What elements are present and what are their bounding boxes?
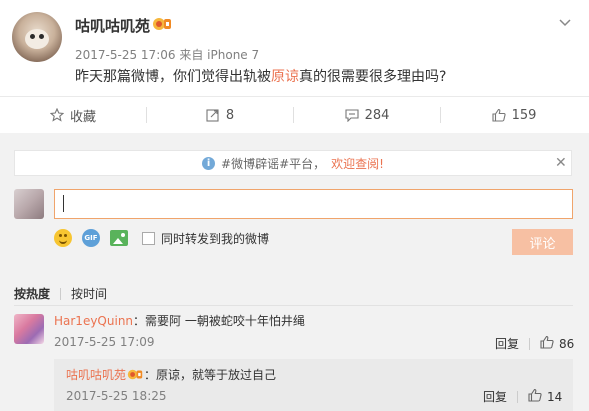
divider: [14, 305, 573, 306]
emoji-icon[interactable]: [54, 229, 72, 247]
author-avatar[interactable]: [12, 12, 62, 62]
post-source-prefix: 来自: [179, 48, 204, 62]
submit-comment-button[interactable]: 评论: [512, 229, 573, 255]
notice-link[interactable]: 欢迎查阅!: [331, 155, 384, 172]
post-meta: 2017-5-25 17:06 来自 iPhone 7: [75, 46, 259, 63]
post-content: 昨天那篇微博，你们觉得出轨被原谅真的很需要很多理由吗?: [75, 66, 446, 86]
favorite-label: 收藏: [69, 109, 96, 125]
avatar-eye-left: [30, 34, 35, 39]
comment-separator: ：: [133, 314, 146, 328]
thumbs-up-icon: [528, 388, 542, 405]
like-button[interactable]: 159: [441, 97, 587, 133]
post-source: iPhone 7: [207, 48, 260, 62]
close-icon[interactable]: ✕: [555, 155, 567, 171]
comment-like-button[interactable]: 86: [540, 335, 574, 352]
forward-count: 8: [225, 107, 235, 123]
verified-badge-icon: [152, 16, 172, 32]
reply-timestamp: 2017-5-25 18:25: [66, 389, 167, 403]
reply-separator: ：: [144, 368, 157, 382]
current-user-avatar[interactable]: [14, 189, 44, 219]
forward-checkbox-label[interactable]: 同时转发到我的微博: [161, 230, 269, 247]
reply-text: 咕叽咕叽苑 ：原谅，就等于放过自己: [66, 366, 276, 384]
text-caret: [63, 195, 64, 212]
sort-by-time-tab[interactable]: 按时间: [71, 285, 107, 302]
forward-icon: [206, 108, 220, 122]
comment-sort: 按热度 按时间: [14, 285, 107, 302]
comment-icon: [345, 108, 359, 122]
commenter-avatar[interactable]: [14, 314, 44, 344]
reply-like-count: 14: [547, 389, 563, 404]
verified-badge-icon: [127, 368, 143, 384]
comment-actions: 回复 86: [495, 335, 574, 352]
action-bar: 收藏 8 284 159: [0, 97, 589, 133]
rumor-notice[interactable]: i #微博辟谣#平台， 欢迎查阅!: [14, 150, 572, 176]
forward-button[interactable]: 8: [147, 97, 293, 133]
thumbs-up-icon: [540, 335, 554, 352]
avatar-face: [25, 29, 49, 49]
sort-by-hot-tab[interactable]: 按热度: [14, 285, 50, 302]
sort-divider: [60, 287, 62, 300]
commenter-name[interactable]: Har1eyQuinn: [54, 314, 133, 328]
composer-tools: GIF 同时转发到我的微博: [54, 228, 269, 248]
action-divider: [529, 337, 531, 350]
reply-author-name[interactable]: 咕叽咕叽苑: [66, 368, 126, 382]
forward-checkbox[interactable]: [142, 231, 155, 245]
comment-button[interactable]: 284: [294, 97, 440, 133]
notice-text: #微博辟谣#平台，: [221, 156, 326, 171]
post-content-after: 真的很需要很多理由吗?: [299, 69, 447, 85]
avatar-eye-right: [39, 34, 44, 39]
reply-actions: 回复 14: [483, 388, 562, 405]
post-content-before: 昨天那篇微博，你们觉得出轨被: [75, 69, 271, 85]
comment-input[interactable]: [54, 189, 573, 219]
gif-icon[interactable]: GIF: [82, 229, 100, 247]
reply-body: 原谅，就等于放过自己: [156, 368, 277, 382]
comment-count: 284: [364, 107, 390, 123]
author-name[interactable]: 咕叽咕叽苑: [75, 15, 150, 36]
star-icon: [49, 108, 64, 122]
comment-like-count: 86: [559, 336, 575, 351]
comment-text: Har1eyQuinn：需要阿 一朝被蛇咬十年怕井绳: [54, 312, 305, 329]
post-content-highlight[interactable]: 原谅: [271, 69, 299, 85]
info-icon: i: [202, 156, 216, 170]
thumbs-up-icon: [492, 108, 506, 122]
post-timestamp[interactable]: 2017-5-25 17:06: [75, 48, 176, 62]
action-divider: [517, 390, 519, 403]
chevron-down-icon[interactable]: [558, 14, 574, 30]
image-icon[interactable]: [110, 230, 128, 246]
like-count: 159: [511, 107, 537, 123]
comment-body: 需要阿 一朝被蛇咬十年怕井绳: [145, 314, 305, 328]
reply-like-button[interactable]: 14: [528, 388, 562, 405]
comment-timestamp: 2017-5-25 17:09: [54, 335, 155, 349]
reply-button[interactable]: 回复: [483, 388, 507, 405]
reply-button[interactable]: 回复: [495, 335, 519, 352]
favorite-button[interactable]: 收藏: [0, 97, 146, 133]
